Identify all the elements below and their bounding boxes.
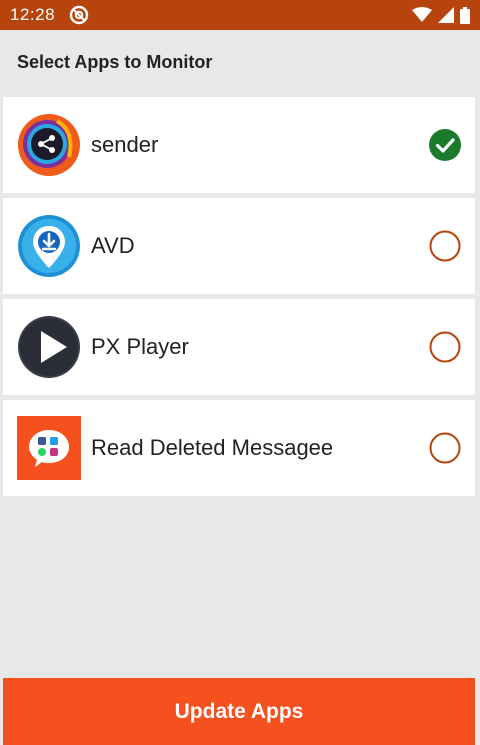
app-item-px-player[interactable]: PX Player xyxy=(3,299,475,395)
update-apps-button[interactable]: Update Apps xyxy=(3,678,475,745)
wifi-icon xyxy=(412,7,432,22)
signal-icon xyxy=(438,7,454,23)
page-title: Select Apps to Monitor xyxy=(17,52,213,72)
unselected-circle-icon[interactable] xyxy=(429,432,461,464)
status-time: 12:28 xyxy=(10,5,56,24)
app-item-sender[interactable]: sender xyxy=(3,97,475,193)
avd-app-icon xyxy=(18,215,80,277)
px-player-app-icon xyxy=(18,316,80,378)
app-name: Read Deleted Messagee xyxy=(91,435,334,460)
sender-app-icon xyxy=(18,114,80,176)
unselected-circle-icon[interactable] xyxy=(429,230,461,262)
status-bar: 12:28 xyxy=(0,0,480,30)
read-deleted-messages-app-icon xyxy=(17,416,81,480)
do-not-disturb-icon xyxy=(69,5,89,25)
selected-check-icon[interactable] xyxy=(429,129,461,161)
app-name: sender xyxy=(91,132,159,157)
unselected-circle-icon[interactable] xyxy=(429,331,461,363)
app-name: PX Player xyxy=(91,334,189,359)
app-item-avd[interactable]: AVD xyxy=(3,198,475,294)
app-item-read-deleted-messagee[interactable]: Read Deleted Messagee xyxy=(3,400,475,496)
app-list: sender AVD PX Player Read Deleted Messag… xyxy=(3,97,475,501)
app-name: AVD xyxy=(91,233,135,258)
battery-icon xyxy=(460,6,470,24)
